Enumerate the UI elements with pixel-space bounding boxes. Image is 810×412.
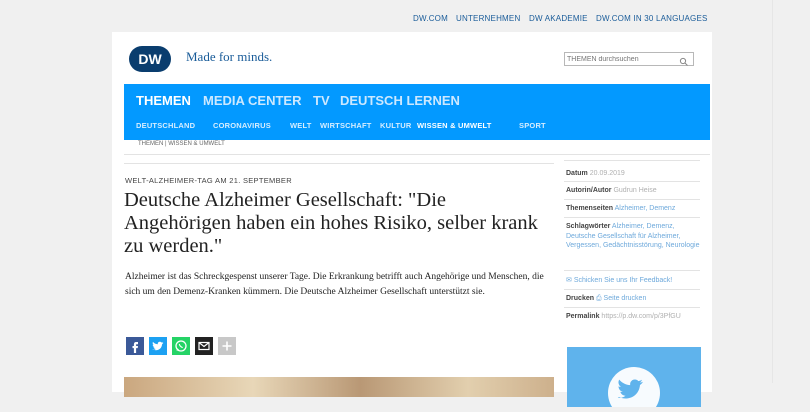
breadcrumb[interactable]: THEMEN | WISSEN & UMWELT — [138, 141, 225, 147]
meta-topics: Themenseiten Alzheimer, Demenz — [566, 204, 700, 214]
topbar-link-unternehmen[interactable]: UNTERNEHMEN — [456, 14, 520, 23]
twitter-icon — [149, 337, 167, 355]
subnav-welt[interactable]: WELT — [290, 121, 312, 130]
meta-author-label: Autorin/Autor — [566, 187, 612, 194]
meta-permalink: Permalink https://p.dw.com/p/3PfGU — [566, 312, 700, 322]
search-icon[interactable] — [679, 54, 689, 66]
divider — [124, 154, 710, 155]
navigation-bar: THEMEN MEDIA CENTER TV DEUTSCH LERNEN DE… — [124, 84, 710, 140]
meta-date: Datum 20.09.2019 — [566, 169, 700, 179]
subnav-sport[interactable]: SPORT — [519, 121, 546, 130]
share-facebook-button[interactable] — [126, 337, 144, 355]
meta-date-value: 20.09.2019 — [589, 170, 625, 177]
divider — [564, 289, 700, 290]
logo-text: DW — [138, 51, 162, 67]
top-utility-bar: DW.COM UNTERNEHMEN DW AKADEMIE DW.COM IN… — [0, 14, 810, 28]
share-twitter-button[interactable] — [149, 337, 167, 355]
share-more-button[interactable] — [218, 337, 236, 355]
meta-author-value: Gudrun Heise — [613, 187, 657, 194]
meta-tags: Schlagwörter Alzheimer, Demenz, Deutsche… — [566, 222, 700, 251]
topbar-link-akademie[interactable]: DW AKADEMIE — [529, 14, 588, 23]
nav-deutsch-lernen[interactable]: DEUTSCH LERNEN — [340, 93, 460, 108]
topbar-link-languages[interactable]: DW.COM IN 30 LANGUAGES — [596, 14, 708, 23]
meta-topics-label: Themenseiten — [566, 205, 614, 212]
article-teaser: Alzheimer ist das Schreckgespenst unsere… — [125, 272, 544, 297]
article-kicker: WELT-ALZHEIMER-TAG AM 21. SEPTEMBER — [125, 176, 292, 185]
print-link[interactable]: Seite drucken — [604, 295, 647, 302]
divider — [564, 307, 700, 308]
print-icon: ⎙ — [595, 295, 602, 302]
feedback-link[interactable]: ✉ Schicken Sie uns Ihr Feedback! — [566, 276, 700, 286]
article-headline: Deutsche Alzheimer Gesellschaft: "Die An… — [124, 189, 538, 257]
meta-tags-label: Schlagwörter — [566, 223, 611, 230]
page-container: DW Made for minds. THEMEN MEDIA CENTER T… — [112, 32, 712, 412]
meta-date-label: Datum — [566, 170, 588, 177]
tagline: Made for minds. — [186, 49, 273, 64]
more-icon — [218, 337, 236, 355]
divider — [564, 217, 700, 218]
subnav-kultur[interactable]: KULTUR — [380, 121, 411, 130]
meta-permalink-label: Permalink — [566, 313, 600, 320]
share-email-button[interactable] — [195, 337, 213, 355]
subnav-wissen-umwelt[interactable]: WISSEN & UMWELT — [417, 121, 492, 130]
topbar-link-dwcom[interactable]: DW.COM — [413, 14, 448, 23]
share-whatsapp-button[interactable] — [172, 337, 190, 355]
divider — [564, 181, 700, 182]
feedback-text[interactable]: Schicken Sie uns Ihr Feedback! — [574, 277, 672, 284]
divider — [564, 270, 700, 271]
meta-print: Drucken ⎙ Seite drucken — [566, 294, 700, 304]
nav-media-center[interactable]: MEDIA CENTER — [203, 93, 301, 108]
dw-logo[interactable]: DW — [128, 45, 172, 73]
meta-topics-links[interactable]: Alzheimer, Demenz — [615, 205, 676, 212]
search-input[interactable] — [567, 53, 677, 65]
facebook-icon — [126, 337, 144, 355]
meta-print-label: Drucken — [566, 295, 595, 302]
twitter-widget[interactable] — [567, 347, 701, 412]
nav-themen[interactable]: THEMEN — [136, 93, 191, 108]
divider — [772, 0, 773, 383]
divider — [564, 160, 700, 161]
email-icon — [195, 337, 213, 355]
nav-tv[interactable]: TV — [313, 93, 330, 108]
search-box[interactable] — [564, 52, 694, 66]
whatsapp-icon — [172, 337, 190, 355]
meta-author: Autorin/Autor Gudrun Heise — [566, 186, 700, 196]
subnav-wirtschaft[interactable]: WIRTSCHAFT — [320, 121, 372, 130]
subnav-deutschland[interactable]: DEUTSCHLAND — [136, 121, 195, 130]
divider — [564, 199, 700, 200]
subnav-coronavirus[interactable]: CORONAVIRUS — [213, 121, 271, 130]
meta-permalink-value[interactable]: https://p.dw.com/p/3PfGU — [601, 313, 680, 320]
article-hero-image[interactable] — [124, 377, 554, 397]
divider — [124, 163, 554, 164]
feedback-icon: ✉ — [566, 277, 574, 284]
